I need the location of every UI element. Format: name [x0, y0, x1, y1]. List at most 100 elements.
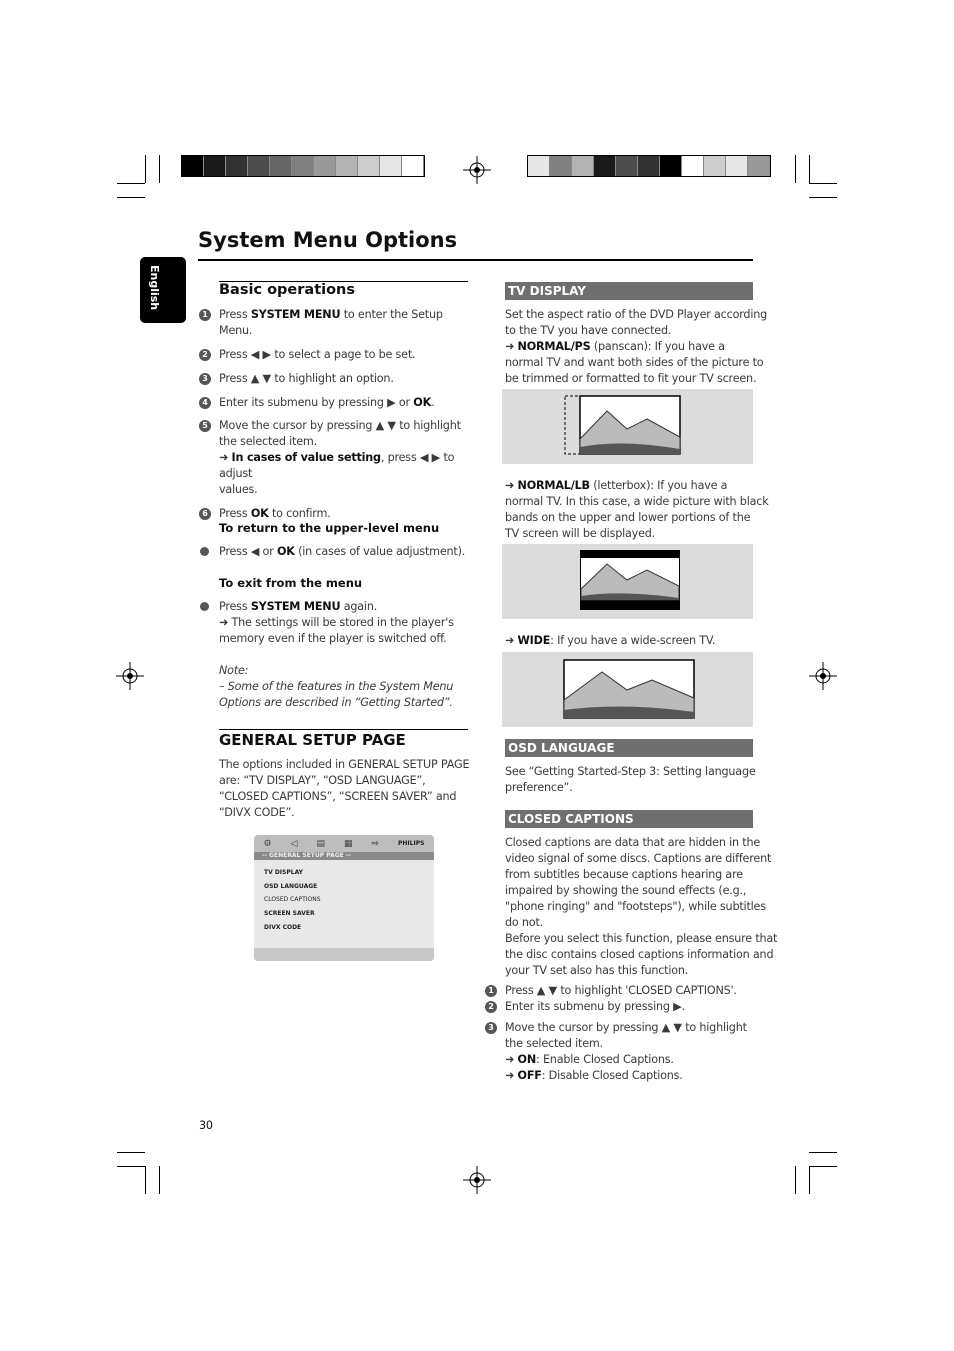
landscape-image	[563, 659, 695, 719]
step-item: 3 Move the cursor by pressing ▲ ▼ to high…	[485, 1020, 760, 1084]
color-swatch	[572, 156, 594, 176]
menu-footer	[254, 948, 434, 961]
text-run: Closed captions are data that are hidden…	[505, 836, 761, 849]
text-line: ➜ NORMAL/LB (letterbox): If you have a	[505, 478, 769, 494]
text-run: do not.	[505, 916, 543, 929]
text-line: ➜ WIDE: If you have a wide-screen TV.	[505, 633, 715, 649]
text-line: Press ◀ ▶ to select a page to be set.	[219, 347, 416, 363]
step-text: Press OK to confirm.	[219, 506, 331, 522]
color-swatch	[594, 156, 616, 176]
text-run: Before you select this function, please …	[505, 932, 778, 945]
text-run: TV screen will be displayed.	[505, 527, 656, 540]
crop-mark	[809, 197, 837, 198]
color-swatch	[682, 156, 704, 176]
step-number-icon: 4	[199, 397, 211, 409]
bold-text: OFF	[517, 1069, 542, 1082]
text-line: to the TV you have connected.	[505, 323, 767, 339]
color-swatch	[336, 156, 358, 176]
bold-text: NORMAL/PS	[517, 340, 591, 353]
bold-text: OK	[276, 545, 295, 558]
text-run: your TV set also has this function.	[505, 964, 689, 977]
crop-mark	[809, 1152, 837, 1153]
text-run: Enter its submenu by pressing ▶.	[505, 1000, 685, 1013]
step-text: Move the cursor by pressing ▲ ▼ to highl…	[219, 418, 474, 498]
video-icon: ▤	[316, 838, 325, 849]
text-run: ➜ The settings will be stored in the pla…	[219, 616, 454, 629]
exit-icon: ⇨	[371, 838, 379, 849]
text-run: Press ▲ ▼ to highlight 'CLOSED CAPTIONS'…	[505, 984, 737, 997]
text-line: bands on the upper and lower portions of…	[505, 510, 769, 526]
step-text: Move the cursor by pressing ▲ ▼ to highl…	[505, 1020, 747, 1084]
step-text: Enter its submenu by pressing ▶.	[505, 999, 685, 1015]
bold-text: SYSTEM MENU	[250, 308, 341, 321]
brand-logo: PHILIPS	[397, 840, 425, 847]
menu-item: TV DISPLAY	[264, 869, 303, 876]
closed-captions-steps: 1 Press ▲ ▼ to highlight 'CLOSED CAPTIONS…	[485, 983, 760, 1084]
text-run: the selected item.	[505, 1037, 603, 1050]
registration-mark-icon	[116, 662, 144, 690]
text-line: are: “TV DISPLAY”, “OSD LANGUAGE”,	[219, 774, 426, 787]
menu-toolbar: ⚙ ◁ ▤ ▦ ⇨ PHILIPS	[254, 835, 434, 852]
text-line: normal TV. In this case, a wide picture …	[505, 494, 769, 510]
step-number-icon: 2	[485, 1001, 497, 1013]
text-line: ➜ The settings will be stored in the pla…	[219, 615, 454, 631]
text-run: : Disable Closed Captions.	[541, 1069, 683, 1082]
text-run: ➜	[505, 634, 518, 647]
step-item: 4 Enter its submenu by pressing ▶ or OK.	[199, 395, 474, 411]
color-swatch	[380, 156, 402, 176]
color-calibration-bar	[527, 155, 771, 177]
panscan-illustration	[502, 389, 753, 464]
menu-item: OSD LANGUAGE	[264, 883, 318, 890]
text-run: Menu.	[219, 324, 253, 337]
text-line: Press SYSTEM MENU again.	[219, 599, 454, 615]
text-run: : Enable Closed Captions.	[536, 1053, 674, 1066]
note: Note: – Some of the features in the Syst…	[219, 663, 453, 711]
text-line: Before you select this function, please …	[505, 931, 777, 947]
text-line: ➜ In cases of value setting, press ◀ ▶ t…	[219, 450, 474, 482]
menu-item: CLOSED CAPTIONS	[264, 896, 321, 903]
text-run: Enter its submenu by pressing ▶ or	[219, 396, 414, 409]
text-line: Press ◀ or OK (in cases of value adjustm…	[219, 544, 465, 560]
bullet-icon	[200, 602, 209, 611]
text-line: ➜ OFF: Disable Closed Captions.	[505, 1068, 747, 1084]
text-run: to the TV you have connected.	[505, 324, 672, 337]
text-run: Set the aspect ratio of the DVD Player a…	[505, 308, 768, 321]
text-run: the selected item.	[219, 435, 317, 448]
text-line: normal TV and want both sides of the pic…	[505, 355, 767, 371]
return-text: Press ◀ or OK (in cases of value adjustm…	[219, 544, 465, 560]
step-text: Press ◀ ▶ to select a page to be set.	[219, 347, 416, 363]
text-run: bands on the upper and lower portions of…	[505, 511, 751, 524]
crop-mark	[159, 155, 160, 183]
crop-mark	[795, 1166, 796, 1194]
bold-text: In cases of value setting	[231, 451, 382, 464]
text-run: normal TV. In this case, a wide picture …	[505, 495, 769, 508]
osd-language-text: See “Getting Started-Step 3: Setting lan…	[505, 764, 756, 796]
text-line: Press ▲ ▼ to highlight an option.	[219, 371, 394, 387]
text-line: impaired by showing the sound effects (e…	[505, 883, 777, 899]
bold-text: WIDE	[517, 634, 551, 647]
bullet-icon	[200, 547, 209, 556]
text-run: ➜	[505, 1069, 518, 1082]
text-line: values.	[219, 482, 474, 498]
step-text: Press ▲ ▼ to highlight 'CLOSED CAPTIONS'…	[505, 983, 737, 999]
note-line: Options are described in “Getting Starte…	[219, 696, 453, 709]
registration-mark-icon	[463, 156, 491, 184]
section-rule	[219, 729, 468, 730]
text-run: to confirm.	[268, 507, 331, 520]
crop-mark	[145, 1166, 146, 1194]
text-line: Move the cursor by pressing ▲ ▼ to highl…	[505, 1020, 747, 1036]
text-run: Press ◀ ▶ to select a page to be set.	[219, 348, 416, 361]
text-run: : If you have a wide-screen TV.	[550, 634, 716, 647]
step-text: Enter its submenu by pressing ▶ or OK.	[219, 395, 435, 411]
text-line: Enter its submenu by pressing ▶.	[505, 999, 685, 1015]
color-calibration-bar	[181, 155, 425, 177]
text-run: (in cases of value adjustment).	[294, 545, 466, 558]
text-run: be trimmed or formatted to fit your TV s…	[505, 372, 757, 385]
step-text: Press ▲ ▼ to highlight an option.	[219, 371, 394, 387]
step-item: 5 Move the cursor by pressing ▲ ▼ to high…	[199, 418, 474, 498]
color-swatch	[638, 156, 660, 176]
exit-heading: To exit from the menu	[219, 576, 363, 590]
color-swatch	[314, 156, 336, 176]
grid-icon: ▦	[343, 838, 353, 849]
text-run: "phone ringing" and "footsteps"), while …	[505, 900, 766, 913]
